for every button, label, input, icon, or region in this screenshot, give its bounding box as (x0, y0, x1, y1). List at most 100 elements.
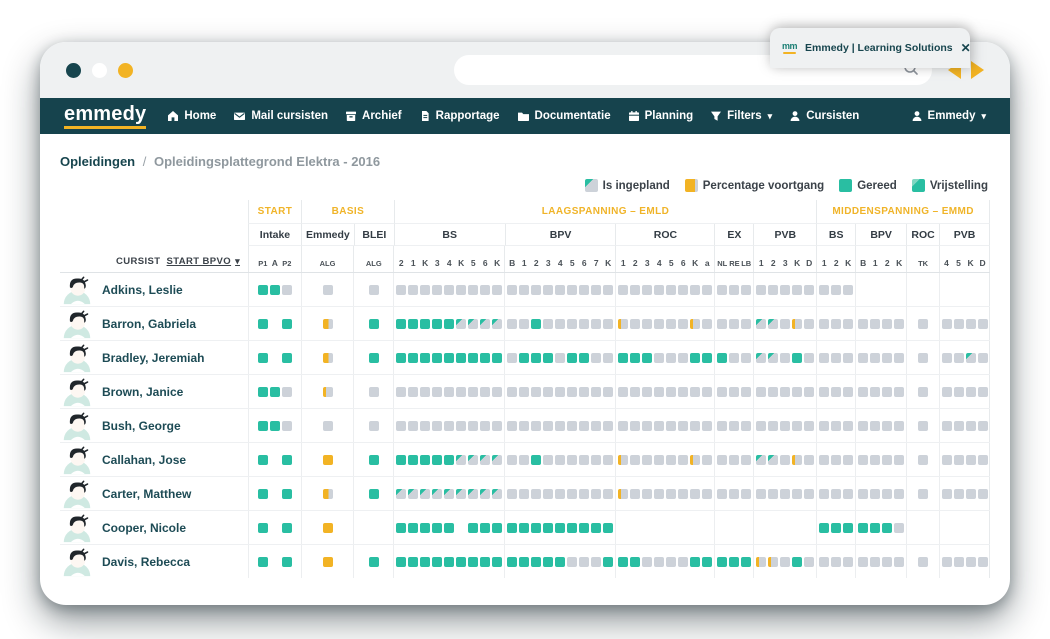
cell-open[interactable] (396, 387, 406, 397)
cell-open[interactable] (894, 455, 904, 465)
cell-gereed[interactable] (567, 523, 577, 533)
cell-open[interactable] (804, 489, 814, 499)
cell-open[interactable] (717, 421, 727, 431)
cell-open[interactable] (804, 353, 814, 363)
cell-open[interactable] (831, 421, 841, 431)
cell-open[interactable] (819, 489, 829, 499)
cell-gereed[interactable] (480, 353, 490, 363)
cell-voortgang-start[interactable] (690, 455, 700, 465)
cell-ingepland[interactable] (756, 319, 766, 329)
sort-start-bpvo[interactable]: START BPVO▾ (167, 256, 240, 267)
cell-open[interactable] (579, 455, 589, 465)
cell-gereed[interactable] (630, 557, 640, 567)
cell-gereed[interactable] (531, 557, 541, 567)
cell-open[interactable] (519, 319, 529, 329)
cell-gereed[interactable] (444, 353, 454, 363)
cell-open[interactable] (630, 319, 640, 329)
cell-voortgang-vol[interactable] (323, 455, 333, 465)
cell-open[interactable] (882, 353, 892, 363)
cell-gereed[interactable] (792, 353, 802, 363)
nav-item-documentatie[interactable]: Documentatie (517, 110, 611, 122)
cell-ingepland[interactable] (480, 489, 490, 499)
cell-open[interactable] (954, 557, 964, 567)
cell-open[interactable] (894, 557, 904, 567)
cell-gereed[interactable] (519, 353, 529, 363)
cell-open[interactable] (555, 421, 565, 431)
cell-open[interactable] (843, 353, 853, 363)
cell-open[interactable] (420, 421, 430, 431)
cell-open[interactable] (843, 421, 853, 431)
cell-open[interactable] (603, 387, 613, 397)
cell-open[interactable] (456, 387, 466, 397)
cell-voortgang-start[interactable] (618, 319, 628, 329)
cell-gereed[interactable] (282, 557, 292, 567)
cell-open[interactable] (567, 455, 577, 465)
cell-open[interactable] (591, 319, 601, 329)
cell-open[interactable] (666, 387, 676, 397)
cell-open[interactable] (870, 455, 880, 465)
cell-gereed[interactable] (420, 319, 430, 329)
cell-ingepland[interactable] (468, 489, 478, 499)
cell-voortgang-half[interactable] (323, 353, 333, 363)
cell-open[interactable] (408, 387, 418, 397)
cell-gereed[interactable] (408, 557, 418, 567)
cell-open[interactable] (603, 489, 613, 499)
cell-open[interactable] (780, 421, 790, 431)
cell-open[interactable] (642, 489, 652, 499)
nav-item-mail-cursisten[interactable]: Mail cursisten (233, 110, 328, 122)
cell-open[interactable] (870, 319, 880, 329)
cell-ingepland[interactable] (408, 489, 418, 499)
cell-open[interactable] (507, 285, 517, 295)
cell-open[interactable] (858, 387, 868, 397)
cell-open[interactable] (729, 319, 739, 329)
cell-open[interactable] (804, 285, 814, 295)
cell-gereed[interactable] (258, 523, 268, 533)
cursist-name-cell[interactable]: Bradley, Jeremiah (60, 341, 248, 374)
cell-gereed[interactable] (492, 523, 502, 533)
cell-voortgang-start[interactable] (323, 387, 333, 397)
cell-gereed[interactable] (258, 319, 268, 329)
cursist-name-cell[interactable]: Barron, Gabriela (60, 307, 248, 340)
cell-gereed[interactable] (882, 523, 892, 533)
cell-gereed[interactable] (555, 557, 565, 567)
cell-open[interactable] (804, 421, 814, 431)
cell-open[interactable] (978, 455, 988, 465)
cell-open[interactable] (690, 387, 700, 397)
cell-gereed[interactable] (408, 523, 418, 533)
cell-open[interactable] (780, 557, 790, 567)
cell-ingepland[interactable] (456, 319, 466, 329)
cell-open[interactable] (870, 421, 880, 431)
cell-open[interactable] (894, 421, 904, 431)
cell-gereed[interactable] (468, 353, 478, 363)
cell-ingepland[interactable] (492, 489, 502, 499)
cell-gereed[interactable] (690, 353, 700, 363)
cell-open[interactable] (858, 557, 868, 567)
cell-gereed[interactable] (543, 353, 553, 363)
cell-ingepland[interactable] (468, 455, 478, 465)
cell-open[interactable] (870, 557, 880, 567)
cell-open[interactable] (519, 489, 529, 499)
cell-open[interactable] (603, 285, 613, 295)
cell-voortgang-start[interactable] (792, 319, 802, 329)
cell-open[interactable] (819, 557, 829, 567)
cell-open[interactable] (954, 319, 964, 329)
cell-open[interactable] (591, 557, 601, 567)
cell-open[interactable] (702, 285, 712, 295)
cell-open[interactable] (579, 319, 589, 329)
cell-open[interactable] (702, 319, 712, 329)
emmedy-logo[interactable]: emmedy (64, 104, 146, 129)
cell-open[interactable] (420, 387, 430, 397)
cell-ingepland[interactable] (468, 319, 478, 329)
cell-open[interactable] (654, 557, 664, 567)
cell-gereed[interactable] (702, 353, 712, 363)
cell-open[interactable] (954, 455, 964, 465)
cell-open[interactable] (918, 557, 928, 567)
cell-open[interactable] (282, 285, 292, 295)
cell-open[interactable] (780, 353, 790, 363)
cell-gereed[interactable] (741, 557, 751, 567)
cell-gereed[interactable] (480, 557, 490, 567)
cell-gereed[interactable] (408, 455, 418, 465)
cell-open[interactable] (408, 285, 418, 295)
cell-open[interactable] (966, 489, 976, 499)
cell-open[interactable] (966, 421, 976, 431)
